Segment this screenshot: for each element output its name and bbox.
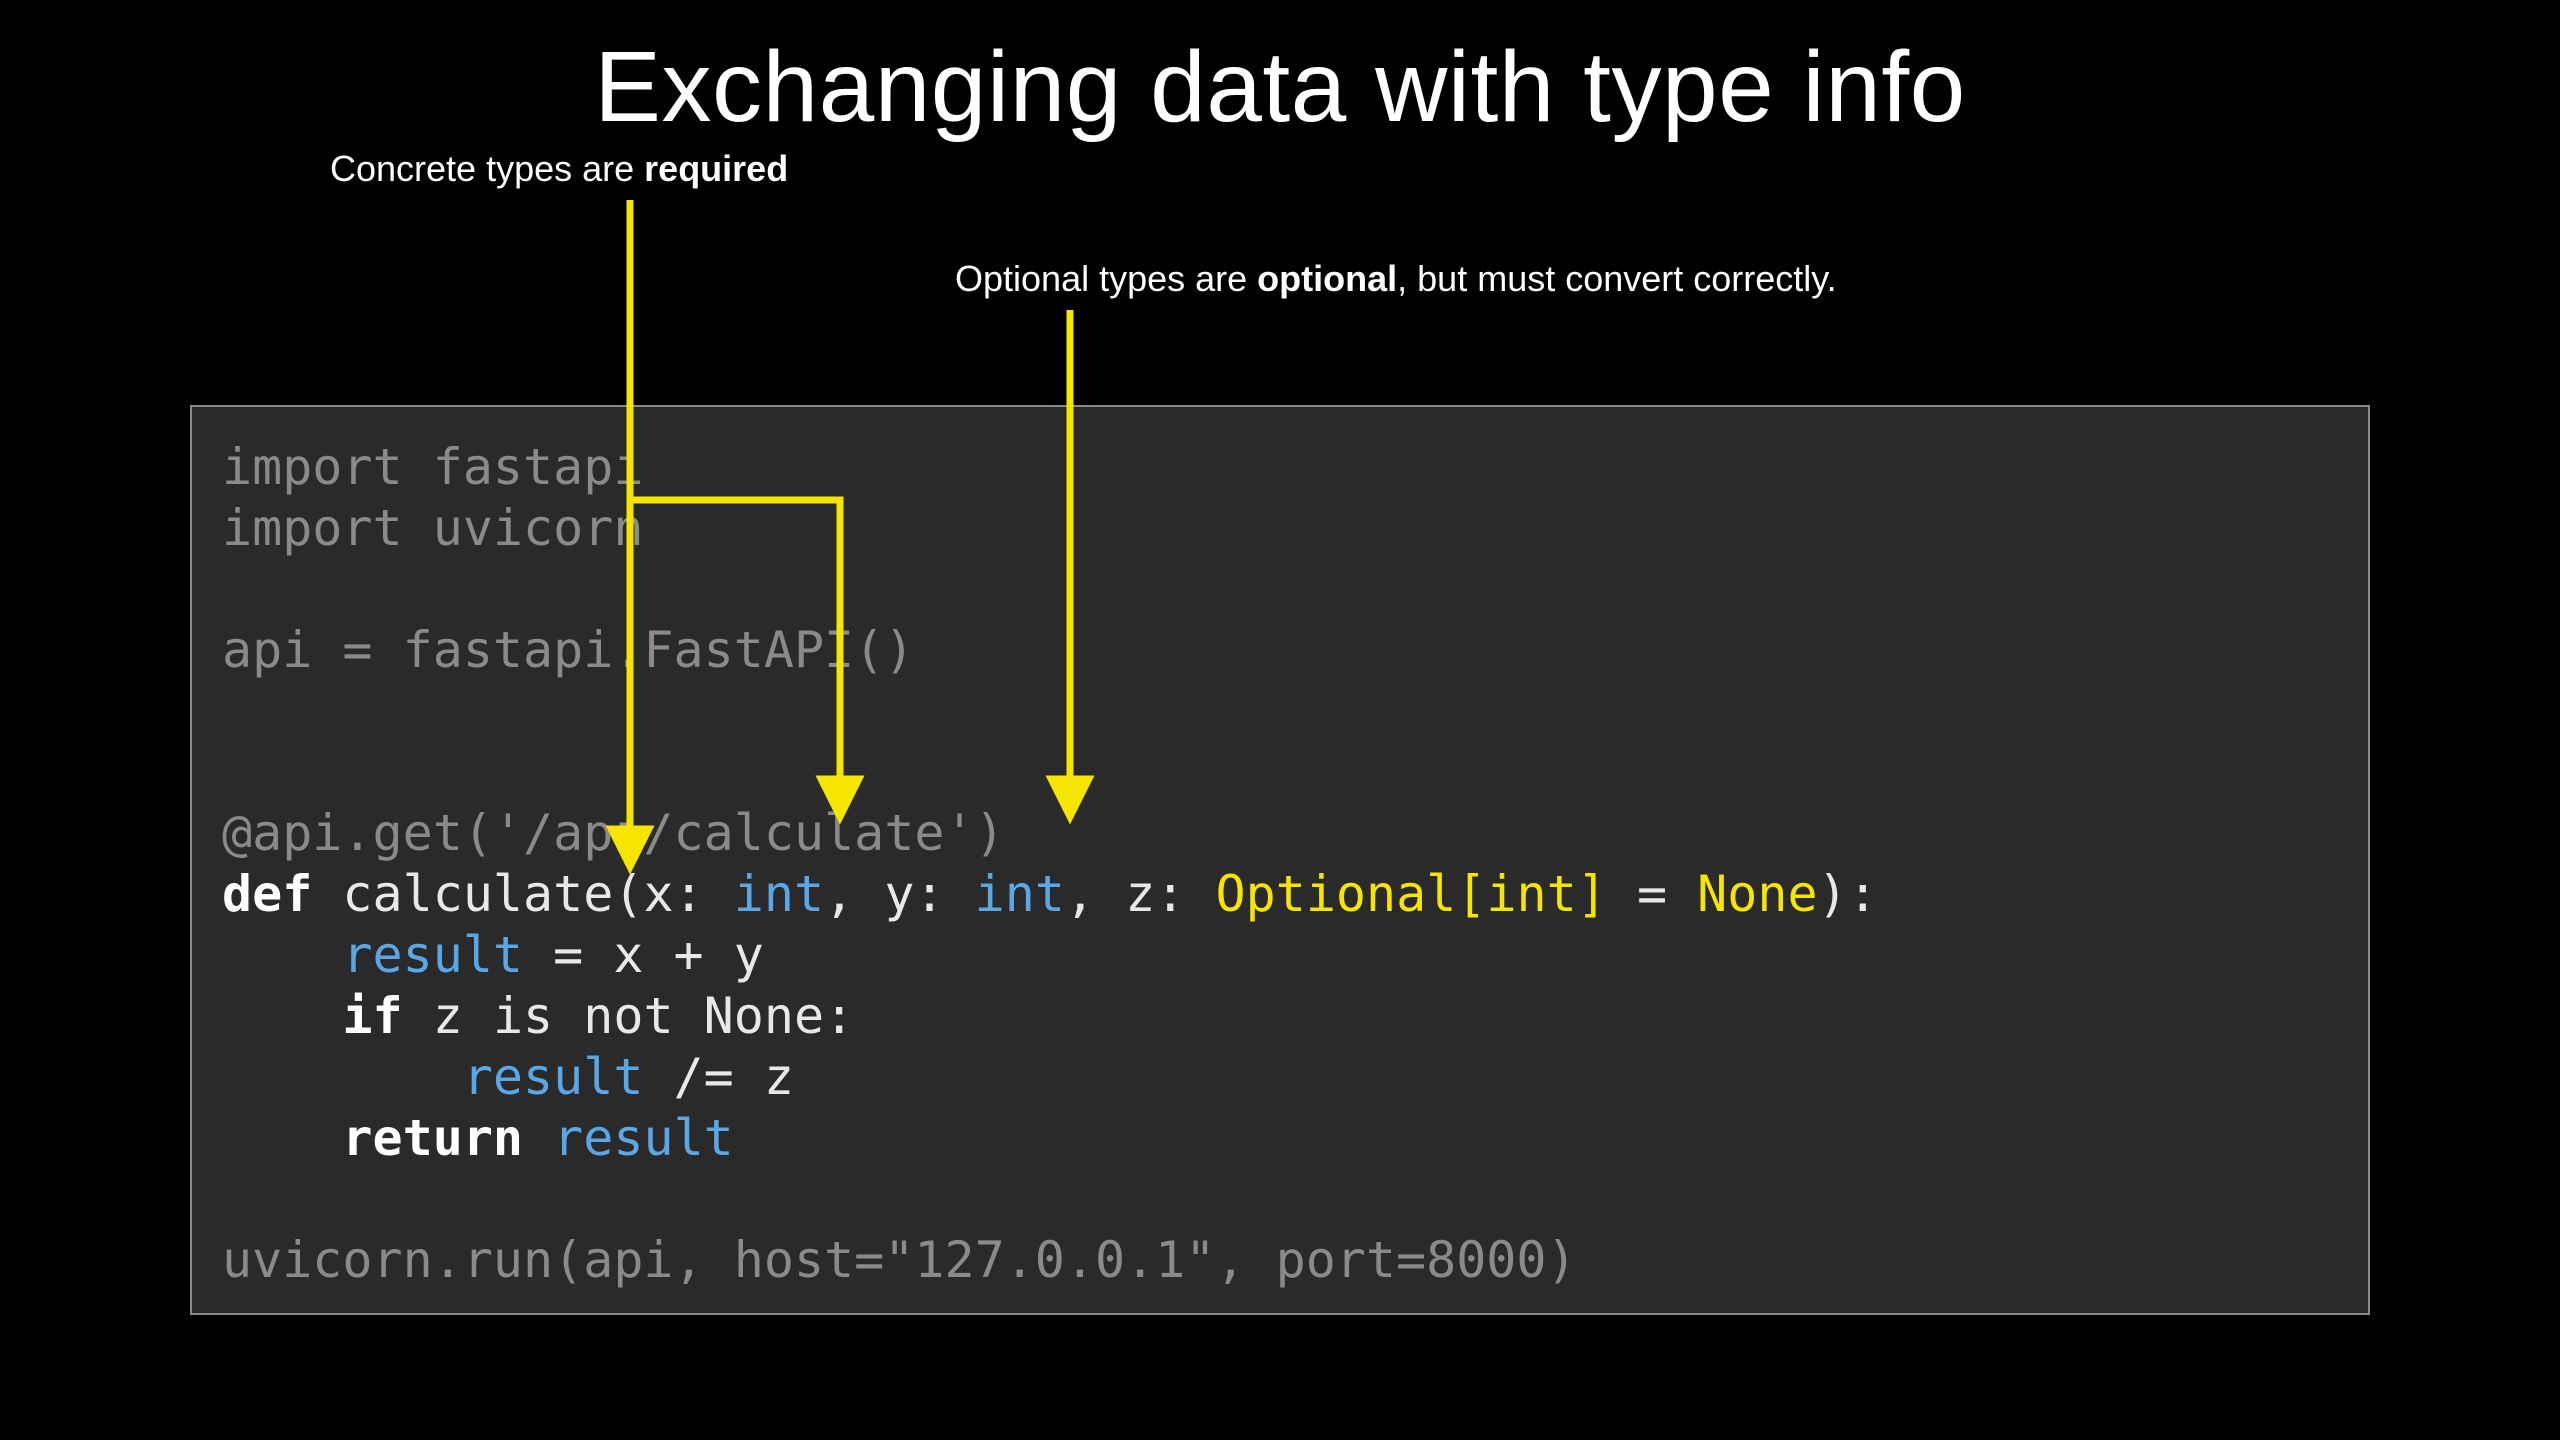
code-line-2: import uvicorn <box>222 499 643 557</box>
t: , <box>824 865 884 923</box>
code-line-8: def calculate(x: int, y: int, z: Optiona… <box>222 865 1878 923</box>
code-block: import fastapi import uvicorn api = fast… <box>190 405 2370 1315</box>
code-content: import fastapi import uvicorn api = fast… <box>222 437 2338 1291</box>
annotation-optional: Optional types are optional, but must co… <box>955 258 1837 300</box>
annotation-optional-post: , but must convert correctly. <box>1397 258 1836 299</box>
t: = x + y <box>523 926 764 984</box>
code-line-7: @api.get('/api/calculate') <box>222 804 1005 862</box>
annotation-optional-bold: optional <box>1257 258 1397 299</box>
code-line-9: result = x + y <box>222 926 764 984</box>
t <box>523 1109 553 1167</box>
t <box>312 865 342 923</box>
code-line-11: result /= z <box>222 1048 794 1106</box>
t: , <box>1065 865 1125 923</box>
code-line-1: import fastapi <box>222 438 643 496</box>
t <box>222 987 342 1045</box>
code-line-12: return result <box>222 1109 734 1167</box>
annotation-optional-pre: Optional types are <box>955 258 1257 299</box>
annotation-required: Concrete types are required <box>330 148 788 190</box>
kw-def: def <box>222 865 312 923</box>
t: : <box>674 865 734 923</box>
code-line-10: if z is not None: <box>222 987 854 1045</box>
code-line-14: uvicorn.run(api, host="127.0.0.1", port=… <box>222 1231 1577 1289</box>
annotation-required-pre: Concrete types are <box>330 148 644 189</box>
t <box>222 926 342 984</box>
type-int-2: int <box>975 865 1065 923</box>
t: : <box>914 865 974 923</box>
t: /= z <box>643 1048 794 1106</box>
fn-name: calculate <box>342 865 613 923</box>
annotation-required-bold: required <box>644 148 788 189</box>
param-y: y <box>884 865 914 923</box>
param-x: x <box>643 865 673 923</box>
t: : <box>1155 865 1215 923</box>
code-line-4: api = fastapi.FastAPI() <box>222 621 914 679</box>
type-int-1: int <box>734 865 824 923</box>
param-z: z <box>1125 865 1155 923</box>
t <box>222 1109 342 1167</box>
kw-if: if <box>342 987 402 1045</box>
t <box>222 1048 463 1106</box>
t: = <box>1607 865 1697 923</box>
t: ( <box>613 865 643 923</box>
t: z is not None: <box>403 987 855 1045</box>
slide-title: Exchanging data with type info <box>0 30 2560 145</box>
type-optional: Optional[int] <box>1216 865 1607 923</box>
val-none: None <box>1697 865 1817 923</box>
var-result-2: result <box>463 1048 644 1106</box>
kw-return: return <box>342 1109 523 1167</box>
var-result-3: result <box>553 1109 734 1167</box>
var-result-1: result <box>342 926 523 984</box>
t: ): <box>1818 865 1878 923</box>
